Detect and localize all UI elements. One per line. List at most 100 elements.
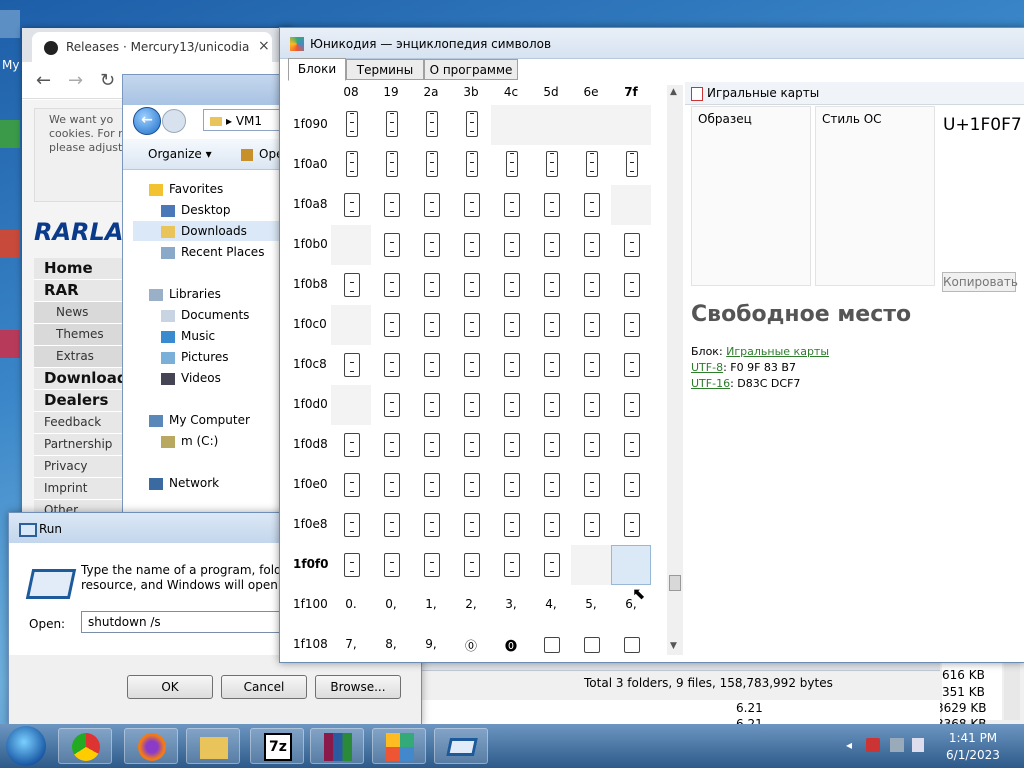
reload-icon[interactable]: ↻ [100,70,115,91]
playing-card-cell[interactable] [331,345,371,385]
playing-card-cell[interactable] [371,105,411,145]
menu-item-home[interactable]: Home [34,258,124,280]
char-cell[interactable]: ⓿ [491,625,531,655]
playing-card-cell[interactable] [371,265,411,305]
desktop-icon[interactable] [0,120,20,148]
playing-card-cell[interactable] [411,345,451,385]
playing-card-cell[interactable] [611,265,651,305]
clock[interactable]: 1:41 PM 6/1/2023 [930,730,1016,764]
char-cell[interactable]: 5, [571,585,611,625]
desktop-icon[interactable] [0,10,20,38]
playing-card-cell[interactable] [451,145,491,185]
menu-item-imprint[interactable]: Imprint [34,478,124,500]
playing-card-cell[interactable] [411,425,451,465]
chrome-tab[interactable]: Releases · Mercury13/unicodia · G × [32,32,272,62]
network-tray-icon[interactable] [890,738,904,752]
playing-card-cell[interactable] [371,505,411,545]
playing-card-cell[interactable] [451,385,491,425]
tree-desktop[interactable]: Desktop [161,200,231,220]
forward-arrow-icon[interactable]: → [68,70,83,91]
menu-item-dealers[interactable]: Dealers [34,390,124,412]
playing-card-cell[interactable] [491,345,531,385]
playing-card-cell[interactable] [371,425,411,465]
playing-card-cell[interactable] [571,145,611,185]
playing-card-cell[interactable] [531,505,571,545]
playing-card-cell[interactable] [411,105,451,145]
playing-card-cell[interactable] [451,185,491,225]
playing-card-cell[interactable] [451,305,491,345]
playing-card-cell[interactable] [531,385,571,425]
organize-button[interactable]: Organize ▾ [148,147,212,161]
playing-card-cell[interactable] [531,425,571,465]
block-header[interactable]: Игральные карты [685,82,1024,105]
playing-card-cell[interactable] [491,425,531,465]
playing-card-cell[interactable] [571,505,611,545]
block-link[interactable]: Игральные карты [726,345,829,358]
ok-button[interactable]: OK [127,675,213,699]
playing-card-cell[interactable] [411,545,451,585]
tree-music[interactable]: Music [161,326,215,346]
playing-card-cell[interactable] [371,545,411,585]
playing-card-cell[interactable] [451,545,491,585]
char-cell[interactable]: 3, [491,585,531,625]
menu-item-partnership[interactable]: Partnership [34,434,124,456]
playing-card-cell[interactable] [611,465,651,505]
char-cell[interactable]: 7, [331,625,371,655]
selected-cell[interactable] [611,545,651,585]
playing-card-cell[interactable] [571,465,611,505]
tree-my-computer[interactable]: My Computer [149,410,250,430]
char-cell[interactable] [611,625,651,655]
char-cell[interactable]: 1, [411,585,451,625]
open-input[interactable]: shutdown /s [81,611,281,633]
playing-card-cell[interactable] [411,465,451,505]
tab-about[interactable]: О программе [424,59,518,80]
tab-terms[interactable]: Термины [346,59,424,80]
taskbar-chrome[interactable] [58,728,112,764]
tree-network[interactable]: Network [149,473,219,493]
playing-card-cell[interactable] [451,465,491,505]
playing-card-cell[interactable] [491,185,531,225]
empty-cell[interactable] [611,105,651,145]
playing-card-cell[interactable] [491,145,531,185]
playing-card-cell[interactable] [611,385,651,425]
char-cell[interactable]: 4, [531,585,571,625]
playing-card-cell[interactable] [331,145,371,185]
playing-card-cell[interactable] [531,145,571,185]
tree-pictures[interactable]: Pictures [161,347,229,367]
back-button[interactable]: ← [133,107,161,135]
tree-downloads[interactable]: Downloads [133,221,283,241]
tree-recent-places[interactable]: Recent Places [161,242,264,262]
char-cell[interactable] [571,625,611,655]
playing-card-cell[interactable] [411,505,451,545]
tree-libraries[interactable]: Libraries [149,284,221,304]
playing-card-cell[interactable] [491,385,531,425]
playing-card-cell[interactable] [571,225,611,265]
playing-card-cell[interactable] [451,505,491,545]
playing-card-cell[interactable] [571,185,611,225]
utf16-link[interactable]: UTF-16 [691,377,730,390]
menu-item-themes[interactable]: Themes [34,324,124,346]
taskbar-firefox[interactable] [124,728,178,764]
desktop-icon[interactable] [0,330,20,358]
empty-cell[interactable] [571,105,611,145]
copy-button[interactable]: Копировать [942,272,1018,292]
vertical-scrollbar[interactable] [1004,656,1020,720]
playing-card-cell[interactable] [491,465,531,505]
menu-item-news[interactable]: News [34,302,124,324]
playing-card-cell[interactable] [531,465,571,505]
playing-card-cell[interactable] [411,385,451,425]
playing-card-cell[interactable] [491,545,531,585]
playing-card-cell[interactable] [331,545,371,585]
playing-card-cell[interactable] [611,225,651,265]
playing-card-cell[interactable] [371,145,411,185]
rarlab-logo[interactable]: RARLA [34,218,123,246]
cancel-button[interactable]: Cancel [221,675,307,699]
playing-card-cell[interactable] [611,305,651,345]
char-cell[interactable]: 0. [331,585,371,625]
playing-card-cell[interactable] [531,345,571,385]
empty-cell[interactable] [491,105,531,145]
menu-item-feedback[interactable]: Feedback [34,412,124,434]
empty-cell[interactable] [571,545,611,585]
char-cell[interactable]: 0, [371,585,411,625]
char-cell[interactable] [531,625,571,655]
